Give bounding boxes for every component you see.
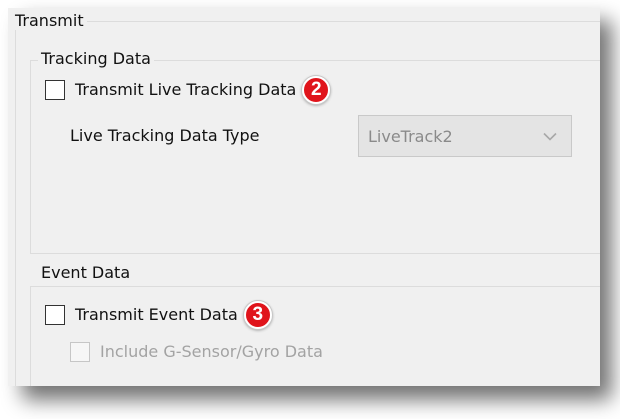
number-badge-icon: 3: [243, 301, 272, 329]
include-gsensor-checkbox[interactable]: [70, 342, 90, 362]
event-data-group-title: Event Data: [38, 264, 134, 282]
transmit-live-tracking-label[interactable]: Transmit Live Tracking Data: [75, 80, 296, 100]
chevron-down-icon: [539, 125, 561, 147]
transmit-live-tracking-checkbox[interactable]: [45, 80, 65, 100]
number-badge-icon: 2: [302, 76, 331, 104]
include-gsensor-label: Include G-Sensor/Gyro Data: [100, 342, 323, 361]
transmit-event-row: Transmit Event Data 3: [45, 301, 272, 329]
transmit-event-label[interactable]: Transmit Event Data: [75, 305, 238, 325]
transmit-group-title: Transmit: [12, 12, 87, 30]
transmit-live-tracking-row: Transmit Live Tracking Data 2: [45, 76, 331, 104]
live-tracking-type-value: LiveTrack2: [368, 126, 453, 146]
screenshot-canvas: Transmit Tracking Data Transmit Live Tra…: [0, 0, 620, 419]
tracking-data-group-title: Tracking Data: [38, 50, 154, 68]
transmit-settings-panel: Transmit Tracking Data Transmit Live Tra…: [8, 8, 600, 386]
include-gsensor-row: Include G-Sensor/Gyro Data: [70, 342, 323, 362]
live-tracking-type-row: Live Tracking Data Type: [70, 126, 260, 146]
live-tracking-type-label: Live Tracking Data Type: [70, 126, 260, 145]
live-tracking-type-dropdown[interactable]: LiveTrack2: [358, 115, 572, 157]
transmit-event-checkbox[interactable]: [45, 305, 65, 325]
